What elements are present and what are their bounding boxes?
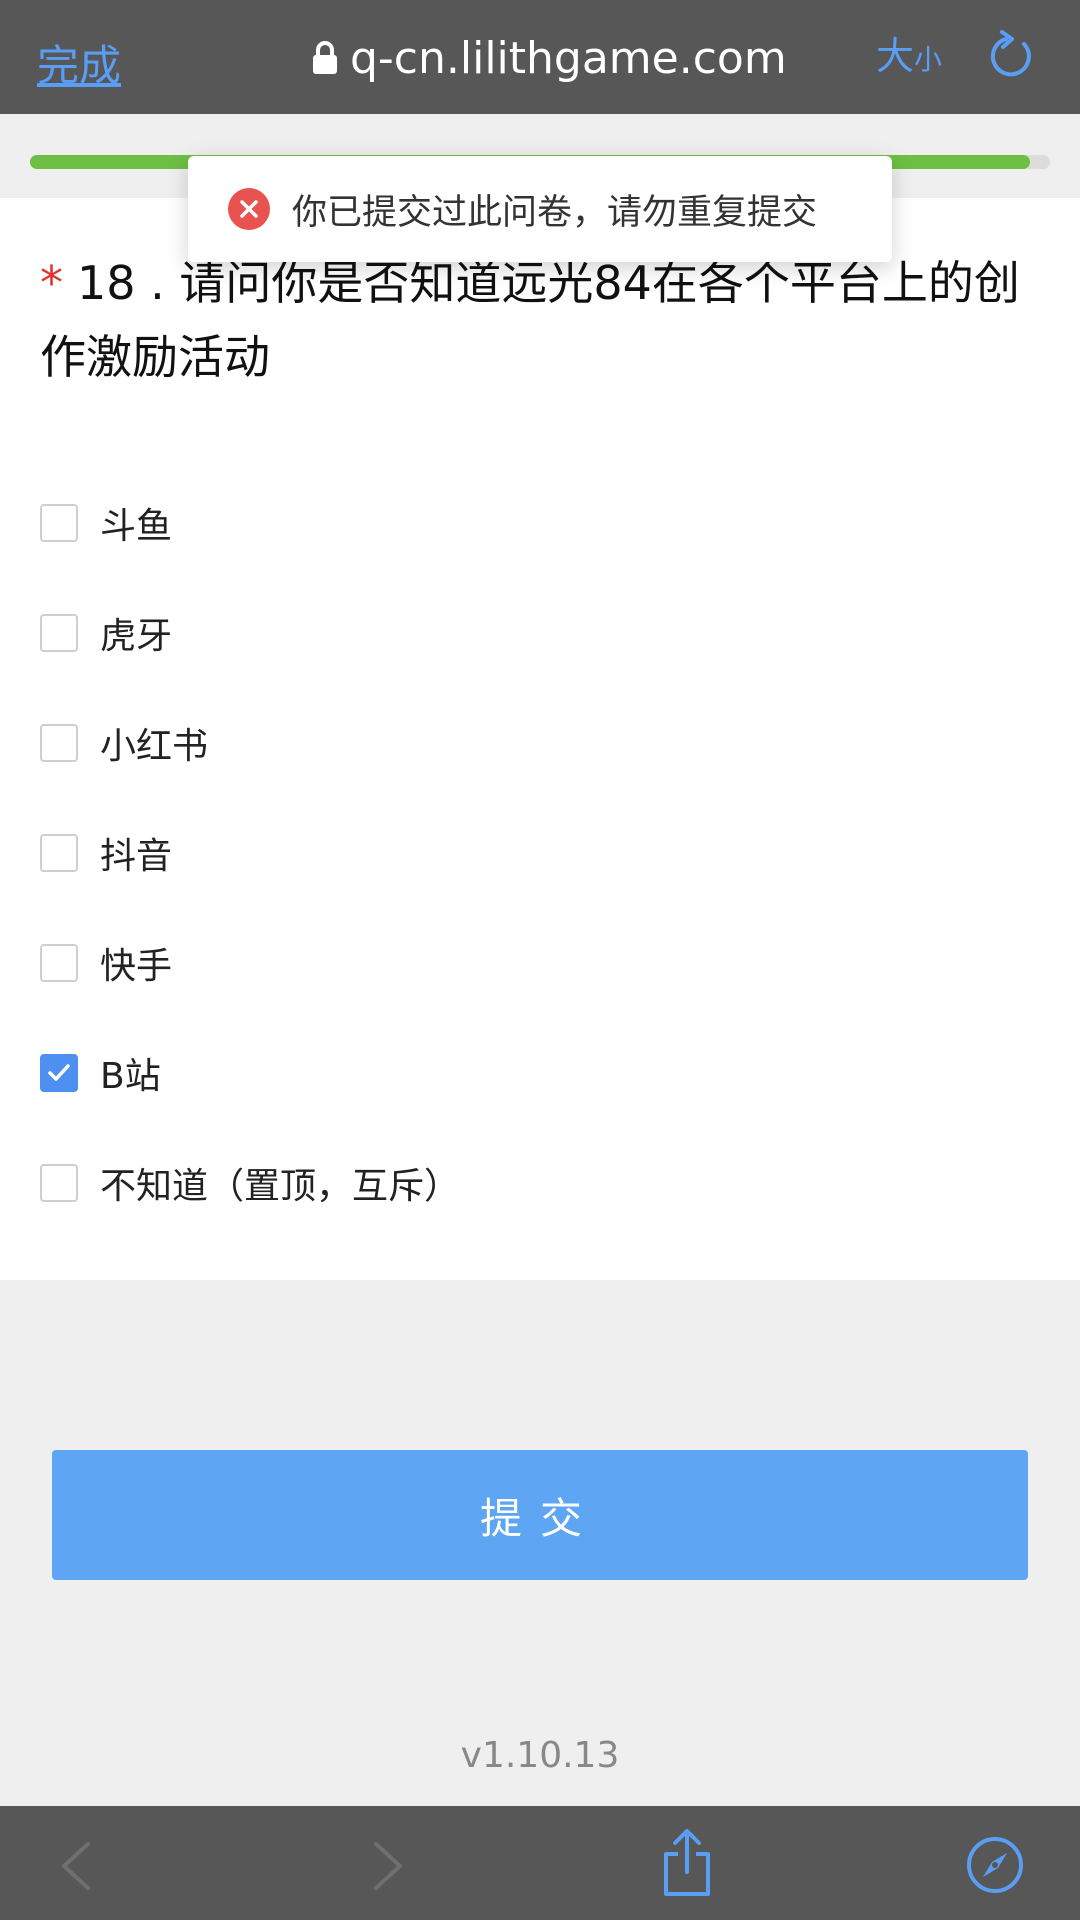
option-label: B站 <box>100 1056 161 1097</box>
required-mark: * <box>40 256 63 310</box>
forward-icon[interactable] <box>370 1840 406 1892</box>
checkbox[interactable] <box>40 1164 78 1202</box>
option-label: 快手 <box>100 946 173 987</box>
checkbox-checked[interactable] <box>40 1054 78 1092</box>
address-bar[interactable]: q-cn.lilithgame.com <box>312 30 787 86</box>
question-card: * 18 . 请问你是否知道远光84在各个平台上的创作激励活动 斗鱼虎牙小红书抖音… <box>0 198 1080 1280</box>
option-item[interactable]: 斗鱼 <box>40 468 1040 578</box>
option-item[interactable]: 虎牙 <box>40 578 1040 688</box>
share-icon[interactable] <box>660 1828 714 1898</box>
browser-top-bar: 完成 q-cn.lilithgame.com 大小 <box>0 0 1080 114</box>
browser-bottom-bar <box>0 1806 1080 1920</box>
option-label: 小红书 <box>100 726 209 767</box>
text-size-small-label: 小 <box>914 43 943 76</box>
error-toast: 你已提交过此问卷，请勿重复提交 <box>188 156 892 262</box>
back-icon[interactable] <box>58 1840 94 1892</box>
option-label: 不知道（置顶，互斥） <box>100 1166 461 1207</box>
url-text: q-cn.lilithgame.com <box>350 32 787 84</box>
checkbox[interactable] <box>40 724 78 762</box>
error-icon <box>228 188 270 230</box>
done-button[interactable]: 完成 <box>37 32 121 93</box>
checkbox[interactable] <box>40 504 78 542</box>
option-item[interactable]: B站 <box>40 1018 1040 1128</box>
text-size-button[interactable]: 大小 <box>876 34 942 82</box>
text-size-large-label: 大 <box>876 34 915 78</box>
toast-message: 你已提交过此问卷，请勿重复提交 <box>292 192 818 233</box>
option-label: 斗鱼 <box>100 506 173 547</box>
option-label: 抖音 <box>100 836 173 877</box>
checkbox[interactable] <box>40 614 78 652</box>
question-text: 18 . 请问你是否知道远光84在各个平台上的创作激励活动 <box>40 256 1020 384</box>
option-label: 虎牙 <box>100 616 173 657</box>
option-item[interactable]: 快手 <box>40 908 1040 1018</box>
option-item[interactable]: 抖音 <box>40 798 1040 908</box>
checkbox[interactable] <box>40 834 78 872</box>
options-list: 斗鱼虎牙小红书抖音快手 B站不知道（置顶，互斥） <box>40 468 1040 1238</box>
submit-button[interactable]: 提交 <box>52 1450 1028 1580</box>
compass-icon[interactable] <box>966 1836 1024 1894</box>
option-item[interactable]: 小红书 <box>40 688 1040 798</box>
option-item[interactable]: 不知道（置顶，互斥） <box>40 1128 1040 1238</box>
checkbox[interactable] <box>40 944 78 982</box>
version-label: v1.10.13 <box>460 1735 620 1776</box>
question-title: * 18 . 请问你是否知道远光84在各个平台上的创作激励活动 <box>40 246 1040 394</box>
reload-icon[interactable] <box>986 30 1036 82</box>
lock-icon <box>313 41 337 74</box>
checkmark-icon <box>48 1064 70 1081</box>
